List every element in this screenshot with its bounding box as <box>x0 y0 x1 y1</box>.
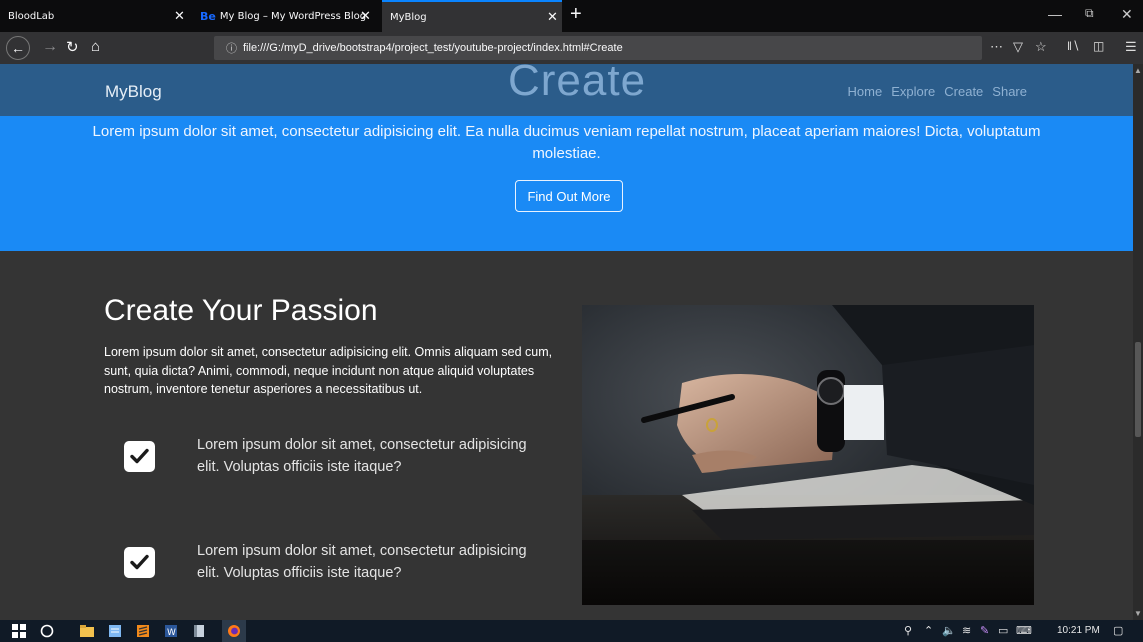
sidebar-icon[interactable]: ◫ <box>1093 39 1104 53</box>
pen-icon[interactable]: ✎ <box>980 624 989 637</box>
word-icon[interactable]: W <box>164 624 178 638</box>
site-nav-links: Home Explore Create Share <box>848 84 1028 99</box>
site-brand[interactable]: MyBlog <box>105 82 162 102</box>
wifi-icon[interactable]: ≋ <box>962 624 971 637</box>
tab-title: BloodLab <box>8 10 55 22</box>
firefox-icon <box>228 625 240 637</box>
reload-icon[interactable]: ↻ <box>66 38 79 56</box>
firefox-taskbar-button[interactable] <box>222 620 246 642</box>
hero-section: Lorem ipsum dolor sit amet, consectetur … <box>0 116 1133 251</box>
nav-link-share[interactable]: Share <box>992 84 1027 99</box>
page-scrollbar[interactable]: ▲ ▼ <box>1133 64 1143 620</box>
tab-title: My Blog – My WordPress Blog <box>219 10 367 22</box>
bookmark-star-icon[interactable]: ☆ <box>1035 39 1047 55</box>
nav-link-explore[interactable]: Explore <box>891 84 935 99</box>
close-tab-icon[interactable]: ✕ <box>360 9 371 24</box>
restore-icon[interactable]: ⧉ <box>1085 6 1094 21</box>
tray-chevron-icon[interactable]: ⌃ <box>924 624 933 637</box>
find-out-more-button[interactable]: Find Out More <box>515 180 623 212</box>
tab-bloodlab[interactable]: BloodLab ✕ <box>0 0 190 32</box>
scrollbar-thumb[interactable] <box>1135 342 1141 437</box>
hero-text: Lorem ipsum dolor sit amet, consectetur … <box>92 123 1041 162</box>
forward-arrow-icon[interactable]: → <box>42 38 58 56</box>
url-bar[interactable]: ⓘ file:///G:/myD_drive/bootstrap4/projec… <box>214 36 982 60</box>
behance-icon: Be <box>200 9 216 23</box>
browser-navigation-bar: ← → ↻ ⌂ ⓘ file:///G:/myD_drive/bootstrap… <box>0 32 1143 64</box>
back-arrow-icon[interactable]: ← <box>6 36 30 60</box>
site-info-icon[interactable]: ⓘ <box>226 40 237 56</box>
window-close-icon[interactable]: ✕ <box>1121 6 1133 23</box>
library-icon[interactable]: ‖∖ <box>1067 39 1080 53</box>
feature-text: Lorem ipsum dolor sit amet, consectetur … <box>197 543 527 581</box>
page-actions-icon[interactable]: ⋯ <box>990 39 1003 55</box>
scroll-up-icon[interactable]: ▲ <box>1134 66 1142 75</box>
tab-myblog[interactable]: MyBlog ✕ <box>382 0 562 32</box>
tab-wordpress-blog[interactable]: Be My Blog – My WordPress Blog ✕ <box>192 0 378 32</box>
feature-item: Lorem ipsum dolor sit amet, consectetur … <box>124 540 584 590</box>
people-icon[interactable]: ⚲ <box>904 624 912 637</box>
notepad-icon[interactable] <box>108 624 122 638</box>
page-viewport: MyBlog Create Home Explore Create Share … <box>0 64 1133 620</box>
minimize-icon[interactable]: — <box>1048 6 1062 22</box>
volume-icon[interactable]: 🔈 <box>942 624 956 637</box>
svg-text:W: W <box>167 628 176 638</box>
url-text: file:///G:/myD_drive/bootstrap4/project_… <box>243 42 623 54</box>
pocket-icon[interactable]: ▽ <box>1013 39 1023 55</box>
hand-writing-photo <box>582 305 1034 605</box>
new-tab-button[interactable]: + <box>570 3 582 26</box>
home-icon[interactable]: ⌂ <box>91 38 100 55</box>
feature-item: Lorem ipsum dolor sit amet, consectetur … <box>124 434 584 484</box>
file-explorer-icon[interactable] <box>80 624 94 638</box>
notes-icon[interactable] <box>192 624 206 638</box>
close-tab-icon[interactable]: ✕ <box>547 10 558 25</box>
search-circle-icon[interactable] <box>40 624 54 638</box>
passion-paragraph: Lorem ipsum dolor sit amet, consectetur … <box>104 345 553 397</box>
action-center-icon[interactable]: ▢ <box>1113 624 1123 637</box>
section-heading: Create <box>508 64 647 105</box>
menu-hamburger-icon[interactable]: ☰ <box>1125 39 1137 55</box>
keyboard-icon[interactable]: ⌨ <box>1016 624 1032 637</box>
scroll-down-icon[interactable]: ▼ <box>1134 609 1142 618</box>
feature-text: Lorem ipsum dolor sit amet, consectetur … <box>197 437 527 475</box>
passion-title: Create Your Passion <box>104 294 378 327</box>
windows-start-icon[interactable] <box>12 624 26 638</box>
checkmark-icon <box>124 441 155 472</box>
windows-taskbar: W ⚲ ⌃ 🔈 ≋ ✎ ▭ ⌨ 10:21 PM ▢ <box>0 620 1143 642</box>
sublime-text-icon[interactable] <box>136 624 150 638</box>
tab-title: MyBlog <box>390 11 427 23</box>
taskbar-clock[interactable]: 10:21 PM <box>1057 625 1100 636</box>
close-tab-icon[interactable]: ✕ <box>174 9 185 24</box>
checkmark-icon <box>124 547 155 578</box>
battery-icon[interactable]: ▭ <box>998 624 1008 637</box>
site-navbar: MyBlog Create Home Explore Create Share <box>0 64 1133 116</box>
nav-link-create[interactable]: Create <box>944 84 983 99</box>
browser-tab-strip: BloodLab ✕ Be My Blog – My WordPress Blo… <box>0 0 1143 32</box>
nav-link-home[interactable]: Home <box>848 84 883 99</box>
